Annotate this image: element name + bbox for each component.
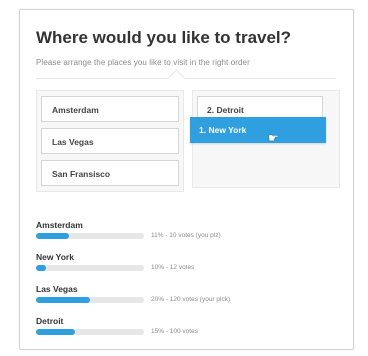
result-bar-fill [36,297,90,303]
place-item-san-fransisco[interactable]: San Fransisco [41,160,179,186]
place-item-amsterdam[interactable]: Amsterdam [41,96,179,122]
result-detail: 15% - 100 votes [151,328,198,335]
results-section: Amsterdam 11% - 10 votes (you plz) New Y… [36,218,336,346]
result-bar-fill [36,329,75,335]
available-places-list: Amsterdam Las Vegas San Fransisco [36,90,184,192]
result-row: Detroit 15% - 100 votes [36,314,336,346]
result-bar-track [36,329,144,335]
divider-caret [167,69,186,88]
result-label: Amsterdam [36,220,83,230]
result-bar-track [36,265,144,271]
result-label: New York [36,252,74,262]
dragging-item-new-york[interactable]: 1. New York [190,117,326,143]
result-bar-track [36,233,144,239]
result-detail: 11% - 10 votes (you plz) [151,232,221,239]
result-label: Las Vegas [36,284,78,294]
poll-subtitle: Please arrange the places you like to vi… [36,58,250,67]
result-bar-fill [36,233,70,239]
place-item-las-vegas[interactable]: Las Vegas [41,128,179,154]
result-bar-fill [36,265,46,271]
result-row: Amsterdam 11% - 10 votes (you plz) [36,218,336,250]
result-detail: 10% - 12 votes [151,264,195,271]
result-row: Las Vegas 20% - 120 votes (your pick) [36,282,336,314]
result-detail: 20% - 120 votes (your pick) [151,296,231,303]
hand-cursor-icon: ☛ [268,131,279,145]
result-label: Detroit [36,316,64,326]
poll-title: Where would you like to travel? [36,28,292,47]
result-row: New York 10% - 12 votes [36,250,336,282]
poll-card: Where would you like to travel? Please a… [19,9,354,350]
result-bar-track [36,297,144,303]
